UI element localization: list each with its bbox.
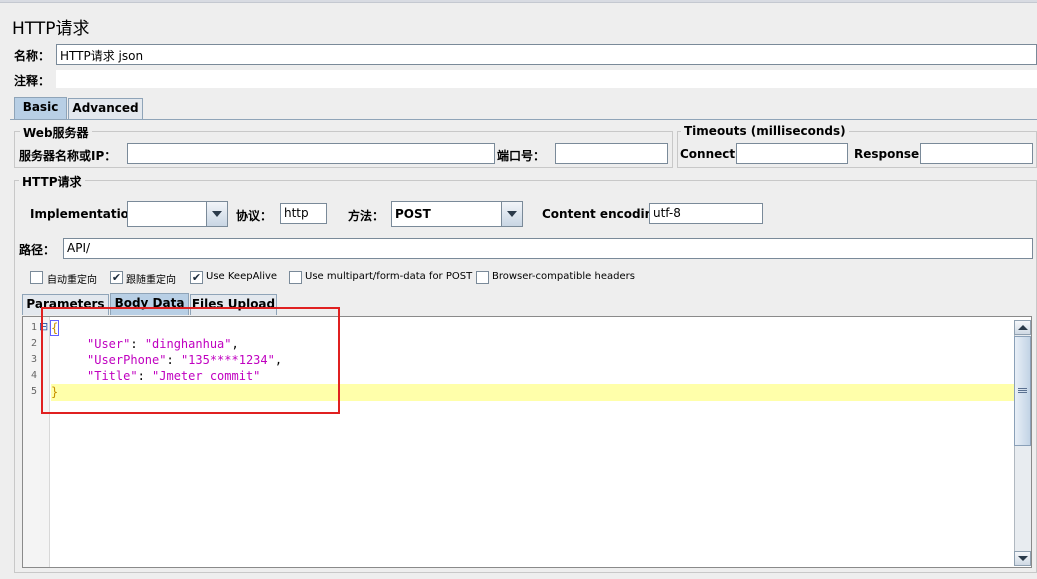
chevron-down-icon[interactable]	[206, 202, 227, 226]
comment-label: 注释：	[14, 74, 51, 88]
chevron-down-icon[interactable]	[501, 202, 522, 226]
server-name-input[interactable]	[127, 143, 495, 164]
multipart-checkbox[interactable]	[289, 271, 302, 284]
browser-headers-checkbox[interactable]	[476, 271, 489, 284]
auto-redirect-label: 自动重定向	[47, 275, 97, 286]
connect-timeout-input[interactable]	[736, 143, 848, 164]
tab-basic[interactable]: Basic	[14, 97, 67, 119]
content-encoding-label: Content encoding:	[542, 207, 667, 221]
implementation-label: Implementation:	[30, 207, 143, 221]
annotation-rectangle	[41, 307, 340, 414]
line-number: 3	[30, 354, 37, 365]
path-input[interactable]: API/	[63, 238, 1033, 259]
protocol-label: 协议：	[236, 209, 273, 223]
line-number: 5	[30, 386, 37, 397]
connect-label: Connect:	[680, 147, 740, 161]
method-label: 方法：	[348, 209, 385, 223]
arrow-up-icon	[1018, 325, 1028, 330]
response-timeout-input[interactable]	[920, 143, 1033, 164]
line-number: 2	[30, 338, 37, 349]
content-encoding-input[interactable]: utf-8	[649, 203, 763, 224]
multipart-label: Use multipart/form-data for POST	[305, 271, 473, 282]
timeouts-title: Timeouts (milliseconds)	[681, 124, 849, 138]
grip-icon	[1018, 388, 1027, 389]
follow-redirects-label: 跟随重定向	[126, 275, 176, 286]
name-label: 名称：	[14, 49, 51, 63]
method-select[interactable]: POST	[391, 201, 523, 227]
keepalive-checkbox[interactable]: ✔	[190, 271, 203, 284]
response-label: Response:	[854, 147, 924, 161]
arrow-down-icon	[1018, 556, 1028, 561]
comment-field[interactable]	[56, 70, 1037, 88]
keepalive-label: Use KeepAlive	[206, 271, 278, 282]
window-top-border	[0, 0, 1037, 3]
name-field[interactable]: HTTP请求 json	[56, 44, 1037, 65]
tab-divider	[10, 119, 1037, 120]
follow-redirects-checkbox[interactable]: ✔	[110, 271, 123, 284]
implementation-select[interactable]	[127, 201, 228, 227]
page-title: HTTP请求	[12, 19, 90, 39]
scroll-thumb[interactable]	[1014, 336, 1031, 446]
port-input[interactable]	[555, 143, 668, 164]
port-label: 端口号：	[497, 149, 546, 163]
line-number: 4	[30, 370, 37, 381]
protocol-input[interactable]: http	[280, 203, 327, 224]
line-number: 1	[30, 322, 37, 333]
method-value: POST	[395, 207, 431, 221]
web-server-title: Web服务器	[20, 124, 92, 141]
tab-advanced[interactable]: Advanced	[68, 98, 143, 119]
http-request-title: HTTP请求	[19, 173, 85, 190]
browser-headers-label: Browser-compatible headers	[492, 271, 635, 282]
server-name-label: 服务器名称或IP：	[19, 149, 117, 163]
auto-redirect-checkbox[interactable]	[30, 271, 43, 284]
path-label: 路径：	[19, 243, 56, 257]
